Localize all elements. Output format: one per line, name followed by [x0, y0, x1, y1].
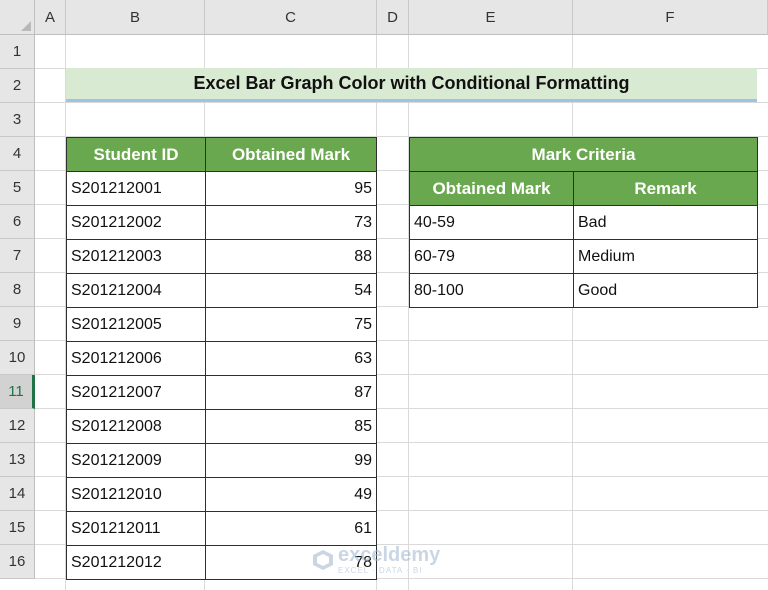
student-id-cell[interactable]: S201212006 — [66, 341, 206, 376]
mark-cell[interactable]: 99 — [205, 443, 377, 478]
criteria-remark-cell[interactable]: Medium — [573, 239, 758, 274]
row-header-10[interactable]: 10 — [0, 341, 35, 375]
criteria-remark-cell[interactable]: Good — [573, 273, 758, 308]
column-header-a[interactable]: A — [35, 0, 66, 35]
student-id-cell[interactable]: S201212010 — [66, 477, 206, 512]
row-header-3[interactable]: 3 — [0, 103, 35, 137]
mark-cell[interactable]: 75 — [205, 307, 377, 342]
criteria-remark-cell[interactable]: Bad — [573, 205, 758, 240]
student-id-cell[interactable]: S201212007 — [66, 375, 206, 410]
column-header-f[interactable]: F — [573, 0, 768, 35]
row-header-8[interactable]: 8 — [0, 273, 35, 307]
student-id-cell[interactable]: S201212009 — [66, 443, 206, 478]
mark-cell[interactable]: 49 — [205, 477, 377, 512]
mark-cell[interactable]: 61 — [205, 511, 377, 546]
header-student-id[interactable]: Student ID — [66, 137, 206, 172]
sheet-title[interactable]: Excel Bar Graph Color with Conditional F… — [66, 68, 757, 102]
criteria-range-cell[interactable]: 40-59 — [409, 205, 574, 240]
mark-cell[interactable]: 87 — [205, 375, 377, 410]
student-id-cell[interactable]: S201212012 — [66, 545, 206, 580]
row-header-1[interactable]: 1 — [0, 35, 35, 69]
row-header-6[interactable]: 6 — [0, 205, 35, 239]
mark-cell[interactable]: 95 — [205, 171, 377, 206]
mark-cell[interactable]: 63 — [205, 341, 377, 376]
row-header-7[interactable]: 7 — [0, 239, 35, 273]
criteria-header-remark[interactable]: Remark — [573, 171, 758, 206]
spreadsheet: A B C D E F 1 2 3 4 5 6 7 8 9 10 11 12 1… — [0, 0, 768, 590]
student-id-cell[interactable]: S201212001 — [66, 171, 206, 206]
mark-cell[interactable]: 54 — [205, 273, 377, 308]
header-obtained-mark[interactable]: Obtained Mark — [205, 137, 377, 172]
criteria-header-obtained-mark[interactable]: Obtained Mark — [409, 171, 574, 206]
row-header-13[interactable]: 13 — [0, 443, 35, 477]
watermark-tagline: EXCEL · DATA · BI — [338, 566, 423, 575]
mark-cell[interactable]: 85 — [205, 409, 377, 444]
column-header-e[interactable]: E — [409, 0, 573, 35]
mark-cell[interactable]: 88 — [205, 239, 377, 274]
criteria-range-cell[interactable]: 80-100 — [409, 273, 574, 308]
student-id-cell[interactable]: S201212008 — [66, 409, 206, 444]
watermark-name: exceldemy — [338, 544, 441, 566]
student-id-cell[interactable]: S201212011 — [66, 511, 206, 546]
select-all-triangle-icon — [21, 21, 31, 31]
select-all-corner[interactable] — [0, 0, 35, 35]
column-header-d[interactable]: D — [377, 0, 409, 35]
row-header-9[interactable]: 9 — [0, 307, 35, 341]
student-id-cell[interactable]: S201212002 — [66, 205, 206, 240]
student-id-cell[interactable]: S201212003 — [66, 239, 206, 274]
row-header-2[interactable]: 2 — [0, 69, 35, 103]
column-header-b[interactable]: B — [66, 0, 205, 35]
exceldemy-logo-icon — [313, 550, 333, 570]
mark-cell[interactable]: 73 — [205, 205, 377, 240]
row-header-11[interactable]: 11 — [0, 375, 35, 409]
row-header-14[interactable]: 14 — [0, 477, 35, 511]
gridline — [408, 35, 409, 590]
student-id-cell[interactable]: S201212004 — [66, 273, 206, 308]
row-header-4[interactable]: 4 — [0, 137, 35, 171]
gridline — [35, 102, 768, 103]
criteria-title[interactable]: Mark Criteria — [409, 137, 758, 172]
student-id-cell[interactable]: S201212005 — [66, 307, 206, 342]
row-header-12[interactable]: 12 — [0, 409, 35, 443]
row-header-16[interactable]: 16 — [0, 545, 35, 579]
criteria-range-cell[interactable]: 60-79 — [409, 239, 574, 274]
gridline — [572, 35, 573, 590]
column-header-c[interactable]: C — [205, 0, 377, 35]
watermark: exceldemy EXCEL · DATA · BI — [312, 545, 440, 575]
row-header-5[interactable]: 5 — [0, 171, 35, 205]
row-header-15[interactable]: 15 — [0, 511, 35, 545]
